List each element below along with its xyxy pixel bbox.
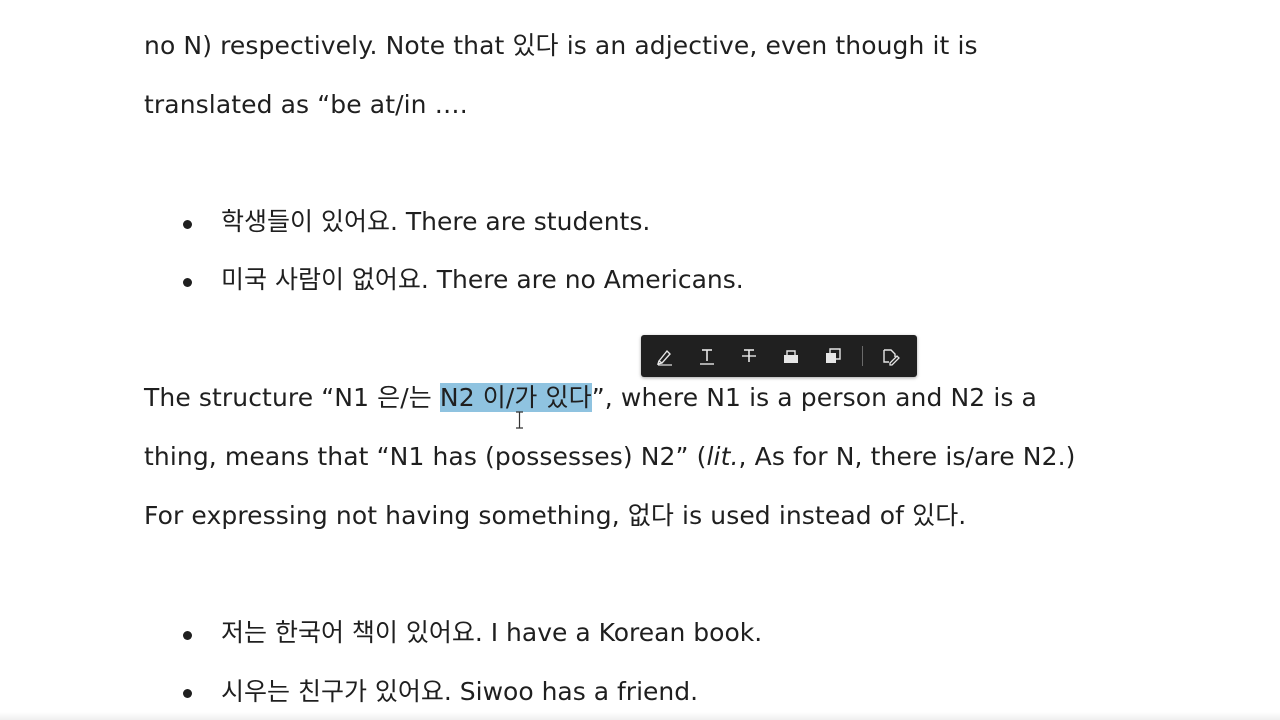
document-page: no N) respectively. Note that 있다 is an a… (0, 0, 1280, 720)
text-cursor-icon (516, 411, 523, 429)
text-run: ”, where N1 is a person and N2 is a (591, 383, 1037, 412)
strikethrough-text-icon (742, 349, 756, 362)
text-run: , As for N, there is/are N2.) (738, 442, 1076, 471)
text-run: thing, means that “N1 has (possesses) N2… (144, 442, 707, 471)
ai-edit-button[interactable] (879, 344, 903, 368)
toolbar-divider (862, 346, 863, 366)
bullet-dot (183, 689, 192, 698)
selected-text[interactable]: N2 이/가 있다 (439, 383, 592, 412)
copy-icon (826, 348, 841, 363)
paragraph-line: translated as “be at/in …. (144, 90, 468, 119)
annotation-toolbar (641, 335, 917, 377)
strikethrough-button[interactable] (737, 344, 761, 368)
paragraph-line: The structure “N1 은/는 N2 이/가 있다”, where … (144, 381, 1037, 415)
eraser-icon (784, 350, 798, 363)
highlight-button[interactable] (653, 344, 677, 368)
redact-button[interactable] (779, 344, 803, 368)
list-item: 시우는 친구가 있어요. Siwoo has a friend. (221, 677, 699, 706)
underline-text-icon (700, 349, 714, 365)
sparkle-edit-icon (883, 349, 900, 366)
bullet-dot (183, 278, 192, 287)
highlighter-icon (656, 349, 672, 366)
page-bottom-edge (0, 712, 1280, 720)
bullet-dot (183, 631, 192, 640)
paragraph-line: For expressing not having something, 없다 … (144, 501, 967, 530)
italic-text: lit. (706, 442, 739, 471)
underline-button[interactable] (695, 344, 719, 368)
text-run: The structure “N1 은/는 (144, 383, 440, 412)
list-item: 학생들이 있어요. There are students. (221, 207, 651, 236)
list-item: 저는 한국어 책이 있어요. I have a Korean book. (221, 618, 763, 647)
list-item: 미국 사람이 없어요. There are no Americans. (221, 265, 744, 294)
bullet-dot (183, 220, 192, 229)
paragraph-line: thing, means that “N1 has (possesses) N2… (144, 440, 1076, 474)
paragraph-line: no N) respectively. Note that 있다 is an a… (144, 31, 978, 60)
copy-button[interactable] (821, 344, 845, 368)
